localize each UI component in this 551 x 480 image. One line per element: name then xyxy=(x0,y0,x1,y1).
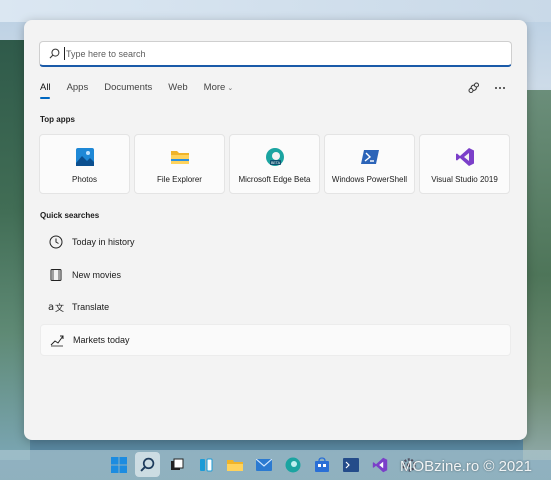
share-icon[interactable] xyxy=(463,80,485,96)
quick-search-label: Translate xyxy=(72,302,110,313)
edge-beta-icon: BETA xyxy=(265,148,284,166)
quick-search-translate[interactable]: a文 Translate xyxy=(40,291,511,323)
quick-searches-list: Today in history New movies a文 Translate… xyxy=(40,226,511,357)
chart-trend-icon xyxy=(49,332,65,348)
quick-search-today-in-history[interactable]: Today in history xyxy=(40,226,511,258)
svg-text:BETA: BETA xyxy=(270,161,280,165)
app-label: Microsoft Edge Beta xyxy=(238,175,311,184)
quick-search-markets-today[interactable]: Markets today xyxy=(40,324,511,357)
tab-apps[interactable]: Apps xyxy=(67,82,89,100)
tab-documents[interactable]: Documents xyxy=(104,82,152,100)
chevron-down-icon: ⌄ xyxy=(227,85,234,92)
file-explorer-icon[interactable] xyxy=(222,452,247,477)
filter-tabs: All Apps Documents Web More ⌄ xyxy=(40,82,249,100)
search-panel: All Apps Documents Web More⌄ Top apps xyxy=(24,20,527,440)
app-label: Visual Studio 2019 xyxy=(431,175,498,184)
mail-icon[interactable] xyxy=(251,452,276,477)
powershell-icon xyxy=(360,150,379,164)
taskbar-icons xyxy=(106,452,425,477)
desktop-sky xyxy=(0,0,551,22)
visual-studio-icon xyxy=(455,148,474,166)
clock-icon xyxy=(48,234,64,250)
top-apps-list: Photos File Explorer BETA Microsoft Edge… xyxy=(39,134,514,194)
panel-tools xyxy=(459,80,511,96)
tab-web[interactable]: Web xyxy=(168,82,187,100)
translate-icon: a文 xyxy=(48,299,64,315)
app-card-visual-studio[interactable]: Visual Studio 2019 xyxy=(419,134,510,194)
app-label: Photos xyxy=(72,175,97,184)
ellipsis-icon[interactable] xyxy=(489,80,511,96)
app-label: File Explorer xyxy=(157,175,202,184)
app-card-edge-beta[interactable]: BETA Microsoft Edge Beta xyxy=(229,134,320,194)
svg-text:文: 文 xyxy=(55,302,64,314)
edge-icon[interactable] xyxy=(280,452,305,477)
search-box[interactable] xyxy=(39,41,512,67)
store-icon[interactable] xyxy=(309,452,334,477)
quick-search-label: Markets today xyxy=(73,335,130,346)
text-caret xyxy=(64,47,65,60)
search-input[interactable] xyxy=(66,48,486,59)
widgets-icon[interactable] xyxy=(193,452,218,477)
quick-search-label: New movies xyxy=(72,269,122,280)
watermark: MOBzine.ro © 2021 xyxy=(400,458,532,475)
search-icon xyxy=(49,48,60,59)
quick-search-label: Today in history xyxy=(72,237,135,247)
folder-icon xyxy=(170,151,189,164)
quick-searches-heading: Quick searches xyxy=(40,211,100,220)
desktop-cliff-right xyxy=(523,90,551,460)
app-label: Windows PowerShell xyxy=(331,175,408,184)
tab-all[interactable]: All xyxy=(40,82,51,100)
svg-text:a: a xyxy=(48,302,54,313)
quick-search-new-movies[interactable]: New movies xyxy=(40,259,511,291)
search-icon[interactable] xyxy=(135,452,160,477)
windows-start-icon[interactable] xyxy=(106,452,131,477)
task-view-icon[interactable] xyxy=(164,452,189,477)
tab-more[interactable]: More ⌄ xyxy=(204,82,234,100)
app-card-file-explorer[interactable]: File Explorer xyxy=(134,134,225,194)
terminal-icon[interactable] xyxy=(338,452,363,477)
top-apps-heading: Top apps xyxy=(40,115,75,124)
film-icon xyxy=(48,267,64,283)
app-card-powershell[interactable]: Windows PowerShell xyxy=(324,134,415,194)
photos-icon xyxy=(75,148,94,166)
visual-studio-icon[interactable] xyxy=(367,452,392,477)
app-card-photos[interactable]: Photos xyxy=(39,134,130,194)
